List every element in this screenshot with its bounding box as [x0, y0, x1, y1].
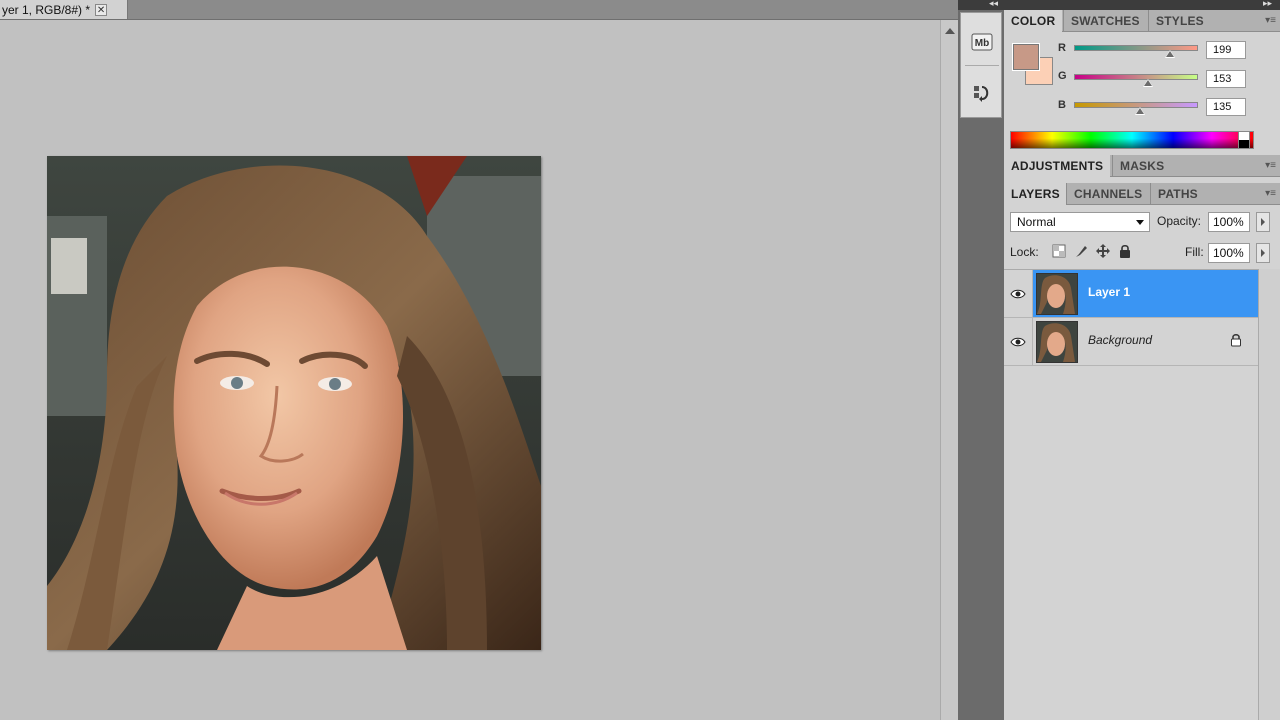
opacity-label: Opacity:: [1157, 214, 1202, 228]
layer-row-background[interactable]: Background: [1004, 318, 1258, 366]
lock-image-pixels-icon[interactable]: [1073, 243, 1089, 259]
layers-scrollbar[interactable]: [1258, 269, 1280, 720]
blend-mode-select[interactable]: Normal: [1010, 212, 1150, 232]
layer-name[interactable]: Layer 1: [1088, 285, 1130, 299]
green-slider-thumb[interactable]: [1143, 79, 1154, 87]
red-slider-thumb[interactable]: [1165, 50, 1176, 58]
document-tab-bar: yer 1, RGB/8#) * ✕: [0, 0, 958, 20]
red-value-field[interactable]: 199: [1206, 41, 1246, 59]
blue-slider-label: B: [1058, 99, 1066, 111]
document-tab-title: yer 1, RGB/8#) *: [2, 2, 91, 17]
red-slider-label: R: [1058, 42, 1066, 54]
dock-icon-strip: Mb: [960, 12, 1002, 118]
collapse-arrows-icon[interactable]: ◂◂: [989, 0, 998, 9]
panels-header: ▸▸: [1004, 0, 1280, 10]
canvas-vertical-scrollbar[interactable]: [940, 20, 958, 720]
collapse-arrows-icon[interactable]: ▸▸: [1263, 0, 1272, 9]
tab-color[interactable]: COLOR: [1004, 10, 1063, 32]
visibility-eye-icon[interactable]: [1004, 270, 1033, 317]
tab-paths[interactable]: PATHS: [1150, 183, 1205, 205]
dock-header: ◂◂: [958, 0, 1004, 10]
scroll-up-icon[interactable]: [945, 28, 955, 34]
opacity-field[interactable]: 100%: [1208, 212, 1250, 232]
black-white-swatch[interactable]: [1238, 131, 1250, 149]
lock-label: Lock:: [1010, 245, 1039, 259]
dock-separator: [965, 65, 999, 66]
green-value-field[interactable]: 153: [1206, 70, 1246, 88]
blend-mode-value: Normal: [1017, 215, 1056, 229]
layer-thumbnail: [1036, 321, 1078, 363]
document-tab[interactable]: yer 1, RGB/8#) * ✕: [0, 0, 128, 19]
layers-panel-tabs: LAYERS CHANNELS PATHS ▾≡: [1004, 183, 1280, 205]
panel-menu-icon[interactable]: ▾≡: [1265, 188, 1276, 199]
foreground-color-swatch[interactable]: [1012, 43, 1040, 71]
layer-content[interactable]: Layer 1: [1033, 270, 1258, 317]
color-spectrum-bar[interactable]: [1010, 131, 1254, 149]
adjustments-panel-tabs: ADJUSTMENTS MASKS ▾≡: [1004, 155, 1280, 177]
tab-styles[interactable]: STYLES: [1148, 10, 1211, 32]
tab-swatches[interactable]: SWATCHES: [1063, 10, 1147, 32]
layers-panel: Normal Opacity: 100% Lock: Fill: 100% La…: [1004, 207, 1280, 720]
fill-field[interactable]: 100%: [1208, 243, 1250, 263]
layer-content[interactable]: Background: [1033, 318, 1258, 365]
lock-position-icon[interactable]: [1095, 243, 1111, 259]
lock-all-icon[interactable]: [1117, 243, 1133, 259]
layer-name[interactable]: Background: [1088, 333, 1152, 347]
layer-thumbnail: [1036, 273, 1078, 315]
tab-masks[interactable]: MASKS: [1112, 155, 1171, 177]
blue-slider-track[interactable]: [1074, 102, 1198, 115]
green-slider-track[interactable]: [1074, 74, 1198, 87]
chevron-down-icon: [1136, 220, 1144, 225]
color-panel-tabs: COLOR SWATCHES STYLES ▾≡: [1004, 10, 1280, 32]
mini-bridge-icon[interactable]: Mb: [969, 29, 995, 55]
lock-transparent-pixels-icon[interactable]: [1051, 243, 1067, 259]
lock-icon: [1230, 333, 1242, 347]
blue-value-field[interactable]: 135: [1206, 98, 1246, 116]
visibility-eye-icon[interactable]: [1004, 318, 1033, 365]
opacity-arrow-icon[interactable]: [1256, 212, 1270, 232]
tab-channels[interactable]: CHANNELS: [1066, 183, 1149, 205]
portrait-photo: [47, 156, 541, 650]
right-panels: ▸▸ COLOR SWATCHES STYLES ▾≡ R 199 G 153 …: [1004, 0, 1280, 720]
fill-arrow-icon[interactable]: [1256, 243, 1270, 263]
panel-icon-dock: ◂◂ Mb: [958, 0, 1004, 720]
tab-layers[interactable]: LAYERS: [1004, 183, 1067, 205]
canvas-area[interactable]: [0, 20, 940, 720]
color-panel: R 199 G 153 B 135: [1004, 33, 1280, 151]
blue-slider-thumb[interactable]: [1134, 107, 1145, 115]
green-slider-label: G: [1058, 70, 1067, 82]
panel-menu-icon[interactable]: ▾≡: [1265, 15, 1276, 26]
layer-row-layer-1[interactable]: Layer 1: [1004, 270, 1258, 318]
layers-list: Layer 1 Background: [1004, 269, 1258, 368]
history-icon[interactable]: [969, 81, 995, 107]
fill-label: Fill:: [1185, 245, 1204, 259]
close-icon[interactable]: ✕: [95, 3, 108, 16]
red-slider-track[interactable]: [1074, 45, 1198, 58]
tab-adjustments[interactable]: ADJUSTMENTS: [1004, 155, 1111, 177]
svg-text:Mb: Mb: [975, 38, 989, 49]
panel-menu-icon[interactable]: ▾≡: [1265, 160, 1276, 171]
document-image[interactable]: [47, 156, 541, 650]
